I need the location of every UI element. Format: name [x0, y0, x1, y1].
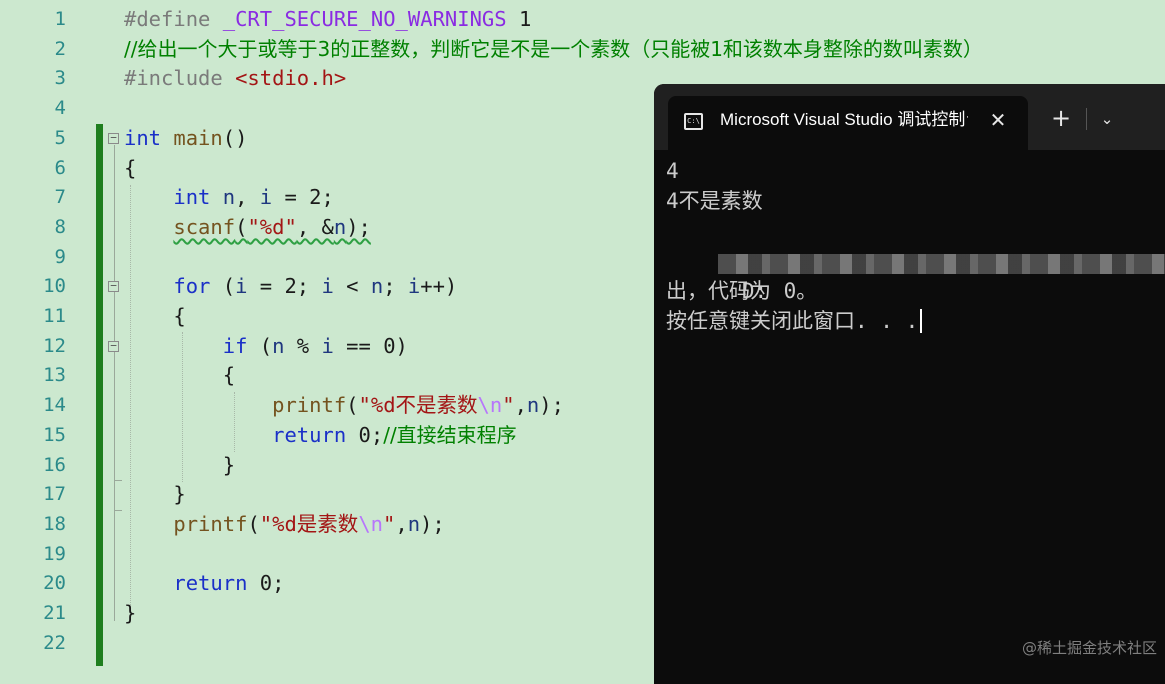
code-text: if (n % i == 0) [222, 333, 408, 358]
terminal-line: D: [666, 246, 1165, 303]
code-text: printf("%d是素数\n",n); [173, 511, 445, 536]
line-number: 6 [54, 156, 66, 179]
code-text: { [124, 155, 137, 180]
line-number: 5 [54, 126, 66, 149]
terminal-output[interactable]: 4 4不是素数 D: 出，代码为 0。 按任意键关闭此窗口. . . [666, 156, 1165, 336]
console-icon: C:\ [684, 113, 703, 130]
line-number: 2 [54, 37, 66, 60]
code-text: return 0;//直接结束程序 [272, 422, 517, 447]
line-number: 14 [43, 394, 66, 417]
tab-title: Microsoft Visual Studio 调试控制台 [720, 110, 968, 129]
line-number: 13 [43, 364, 66, 387]
redacted-path-blur [718, 254, 1165, 274]
line-number: 22 [43, 631, 66, 654]
text-cursor [920, 309, 923, 333]
tab-separator [1086, 108, 1087, 130]
comment-text: //直接结束程序 [383, 422, 517, 447]
terminal-tab[interactable]: C:\ Microsoft Visual Studio 调试控制台 ✕ [668, 96, 1028, 150]
line-number: 18 [43, 512, 66, 535]
line-number: 8 [54, 215, 66, 238]
code-text: scanf("%d", &n); [124, 213, 371, 243]
code-text: } [124, 601, 137, 625]
line-number: 15 [43, 423, 66, 446]
new-tab-button[interactable]: + [1048, 106, 1074, 132]
line-number: 4 [54, 97, 66, 120]
code-text: { [222, 363, 236, 388]
terminal-line: 4 [666, 159, 679, 183]
line-number: 3 [54, 67, 66, 90]
code-text: printf("%d不是素数\n",n); [272, 393, 564, 418]
line-number: 21 [43, 602, 66, 624]
line-number: 12 [43, 334, 66, 357]
warning-squiggle: scanf("%d", &n); [173, 214, 371, 239]
line-number: 17 [43, 483, 66, 506]
code-text: } [222, 452, 236, 477]
line-number: 7 [54, 186, 66, 209]
code-text: #define _CRT_SECURE_NO_WARNINGS 1 [124, 7, 532, 31]
code-text: } [173, 482, 186, 507]
line-number: 19 [43, 542, 66, 565]
code-text: return 0; [173, 571, 285, 596]
code-text: #include <stdio.h> [124, 66, 347, 91]
terminal-tab-bar: C:\ Microsoft Visual Studio 调试控制台 ✕ + ⌄ [654, 84, 1165, 150]
line-number: 11 [43, 305, 66, 327]
chevron-down-icon[interactable]: ⌄ [1094, 106, 1120, 132]
debug-console-window[interactable]: C:\ Microsoft Visual Studio 调试控制台 ✕ + ⌄ … [654, 84, 1165, 684]
path-prefix: D: [741, 279, 768, 303]
code-line: 1 #define _CRT_SECURE_NO_WARNINGS 1 [0, 5, 1165, 35]
code-line: 2 //给出一个大于或等于3的正整数，判断它是不是一个素数（只能被1和该数本身整… [0, 35, 1165, 65]
line-number: 20 [43, 572, 66, 595]
code-text: int n, i = 2; [173, 185, 334, 210]
code-text: { [173, 304, 186, 328]
line-number: 16 [43, 453, 66, 476]
watermark: @稀土掘金技术社区 [1021, 639, 1157, 657]
code-text: int main() [124, 125, 248, 150]
terminal-line: 4不是素数 [666, 189, 763, 213]
line-number: 1 [54, 8, 66, 30]
close-icon[interactable]: ✕ [986, 108, 1010, 132]
code-text: for (i = 2; i < n; i++) [173, 274, 458, 299]
comment-text: //给出一个大于或等于3的正整数，判断它是不是一个素数（只能被1和该数本身整除的… [124, 36, 983, 61]
line-number: 9 [54, 245, 66, 268]
line-number: 10 [43, 275, 66, 298]
code-text: //给出一个大于或等于3的正整数，判断它是不是一个素数（只能被1和该数本身整除的… [124, 35, 983, 65]
